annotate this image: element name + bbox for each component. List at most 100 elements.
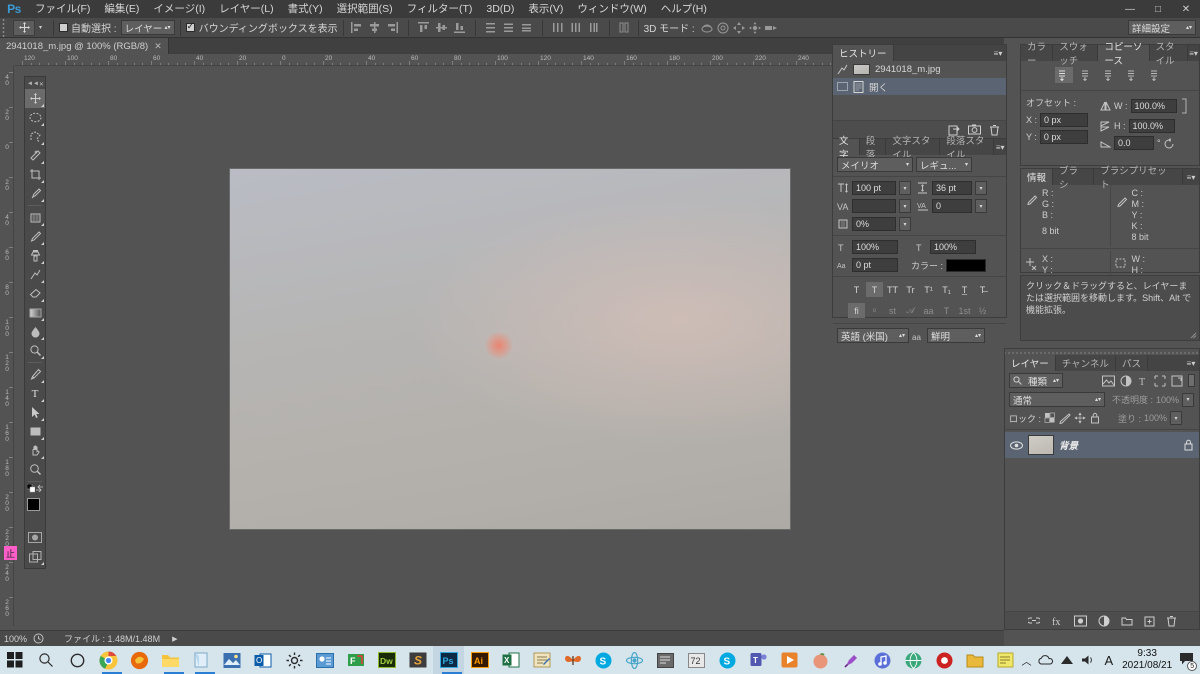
- align-top-edges-icon[interactable]: [416, 20, 432, 36]
- ftp-icon[interactable]: F: [340, 646, 371, 674]
- tool-blur[interactable]: [25, 322, 45, 341]
- font-style-dropdown[interactable]: レギュ... ▾: [916, 157, 972, 172]
- eye-icon[interactable]: [1010, 440, 1023, 451]
- outlook-icon[interactable]: O: [248, 646, 279, 674]
- filter-shape-icon[interactable]: [1154, 375, 1166, 387]
- reset-transform-icon[interactable]: [1164, 137, 1175, 149]
- tab-swatches[interactable]: スウォッチ: [1053, 42, 1099, 67]
- tab-brush[interactable]: ブラシ: [1053, 166, 1095, 191]
- fractions-button[interactable]: ½: [974, 303, 991, 318]
- notification-center-icon[interactable]: 5: [1179, 652, 1198, 671]
- new-layer-icon[interactable]: [1144, 615, 1155, 627]
- menu-layer[interactable]: レイヤー(L): [212, 0, 281, 18]
- sticky-notes-icon[interactable]: [991, 646, 1022, 674]
- distribute-bottom-edges-icon[interactable]: [519, 20, 535, 36]
- onedrive-icon[interactable]: [1038, 654, 1054, 666]
- align-bottom-edges-icon[interactable]: [452, 20, 468, 36]
- tool-magic-wand[interactable]: [25, 146, 45, 165]
- tab-character-styles[interactable]: 文字スタイル: [886, 136, 941, 161]
- rotate-3d-icon[interactable]: [699, 20, 715, 36]
- tab-clone-source[interactable]: コピーソース: [1098, 42, 1150, 67]
- clone-source-slot-4[interactable]: [1124, 67, 1142, 83]
- layer-style-icon[interactable]: fx: [1051, 615, 1063, 627]
- subscript-button[interactable]: T₁: [938, 282, 955, 297]
- tool-dodge[interactable]: [25, 341, 45, 360]
- tool-elliptical-marquee[interactable]: [25, 108, 45, 127]
- tsume-field[interactable]: 0%: [852, 217, 896, 231]
- notes-icon[interactable]: [526, 646, 557, 674]
- menu-edit[interactable]: 編集(E): [97, 0, 146, 18]
- clone-source-slot-2[interactable]: [1078, 67, 1096, 83]
- document-image-canvas[interactable]: [230, 169, 790, 529]
- auto-align-layers-icon[interactable]: [617, 20, 633, 36]
- baseline-shift-field[interactable]: 0 pt: [852, 258, 898, 272]
- layer-thumbnail[interactable]: [1028, 435, 1054, 455]
- teams-icon[interactable]: T: [743, 646, 774, 674]
- align-right-edges-icon[interactable]: [385, 20, 401, 36]
- skype2-icon[interactable]: S: [712, 646, 743, 674]
- tab-brush-presets[interactable]: ブラシプリセット: [1094, 166, 1184, 191]
- filter-smart-object-icon[interactable]: [1171, 375, 1183, 387]
- network-icon[interactable]: [1060, 654, 1074, 666]
- clone-source-slot-3[interactable]: [1101, 67, 1119, 83]
- tool-lasso[interactable]: [25, 127, 45, 146]
- menu-filter[interactable]: フィルター(T): [400, 0, 480, 18]
- tool-path-selection[interactable]: [25, 403, 45, 422]
- history-source-toggle[interactable]: [837, 82, 848, 91]
- discretionary-ligatures-button[interactable]: st: [884, 303, 901, 318]
- settings-gear-icon[interactable]: [279, 646, 310, 674]
- oldstyle-button[interactable]: aa: [920, 303, 937, 318]
- menu-file[interactable]: ファイル(F): [28, 0, 97, 18]
- flip-vertical-icon[interactable]: [1100, 121, 1111, 132]
- zoom-level[interactable]: 100%: [4, 634, 27, 644]
- all-caps-button[interactable]: TT: [884, 282, 901, 297]
- foreground-color-swatch[interactable]: [27, 498, 40, 511]
- distribute-horizontal-centers-icon[interactable]: [568, 20, 584, 36]
- search-icon[interactable]: [31, 646, 62, 674]
- slide-3d-icon[interactable]: [747, 20, 763, 36]
- opacity-stepper[interactable]: ▾: [1182, 392, 1195, 407]
- tool-pen[interactable]: [25, 365, 45, 384]
- superscript-button[interactable]: T¹: [920, 282, 937, 297]
- align-left-edges-icon[interactable]: [349, 20, 365, 36]
- firefox-icon[interactable]: [124, 646, 155, 674]
- contacts-icon[interactable]: [310, 646, 341, 674]
- menu-window[interactable]: ウィンドウ(W): [570, 0, 653, 18]
- paint3d-icon[interactable]: [836, 646, 867, 674]
- ordinals-button[interactable]: 1st: [956, 303, 973, 318]
- fill-stepper[interactable]: ▾: [1170, 411, 1183, 425]
- blend-mode-dropdown[interactable]: 通常 ▴▾: [1009, 392, 1105, 407]
- tool-brush[interactable]: [25, 227, 45, 246]
- workspace-dropdown[interactable]: 詳細設定 ▴▾: [1128, 20, 1196, 35]
- tab-channels[interactable]: チャンネル: [1055, 355, 1116, 371]
- link-constrain-icon[interactable]: [1180, 96, 1188, 116]
- tracking-field[interactable]: 0: [932, 199, 972, 213]
- tool-clone-stamp[interactable]: [25, 246, 45, 265]
- history-state-row[interactable]: 開く: [833, 78, 1006, 95]
- butterfly-icon[interactable]: [557, 646, 588, 674]
- cortana-icon[interactable]: [62, 646, 93, 674]
- distribute-left-edges-icon[interactable]: [550, 20, 566, 36]
- scale-3d-icon[interactable]: [763, 20, 779, 36]
- tab-layers[interactable]: レイヤー: [1005, 355, 1056, 371]
- filter-toggle-switch[interactable]: [1188, 374, 1195, 387]
- small-caps-button[interactable]: Tr: [902, 282, 919, 297]
- menu-view[interactable]: 表示(V): [521, 0, 570, 18]
- lock-position-icon[interactable]: [1074, 412, 1086, 424]
- history-snapshot-row[interactable]: 2941018_m.jpg: [833, 61, 1006, 78]
- peach-icon[interactable]: [805, 646, 836, 674]
- tool-move[interactable]: [25, 89, 45, 108]
- screen-mode-toggle[interactable]: [25, 547, 45, 566]
- titling-alternates-button[interactable]: T: [938, 303, 955, 318]
- filter-adjustment-icon[interactable]: [1120, 375, 1132, 387]
- new-group-icon[interactable]: [1121, 615, 1133, 627]
- tray-expand-chevron-icon[interactable]: ︿: [1021, 653, 1031, 668]
- notepad-icon[interactable]: [186, 646, 217, 674]
- panel-menu-icon[interactable]: ≡▾: [990, 45, 1006, 61]
- tool-eraser[interactable]: [25, 284, 45, 303]
- panel-menu-icon[interactable]: ≡▾: [994, 139, 1006, 155]
- lock-image-pixels-icon[interactable]: [1059, 412, 1071, 424]
- filter-pixel-icon[interactable]: [1102, 375, 1115, 387]
- adjustment-layer-icon[interactable]: [1098, 615, 1110, 627]
- kerning-stepper[interactable]: ▾: [899, 199, 911, 213]
